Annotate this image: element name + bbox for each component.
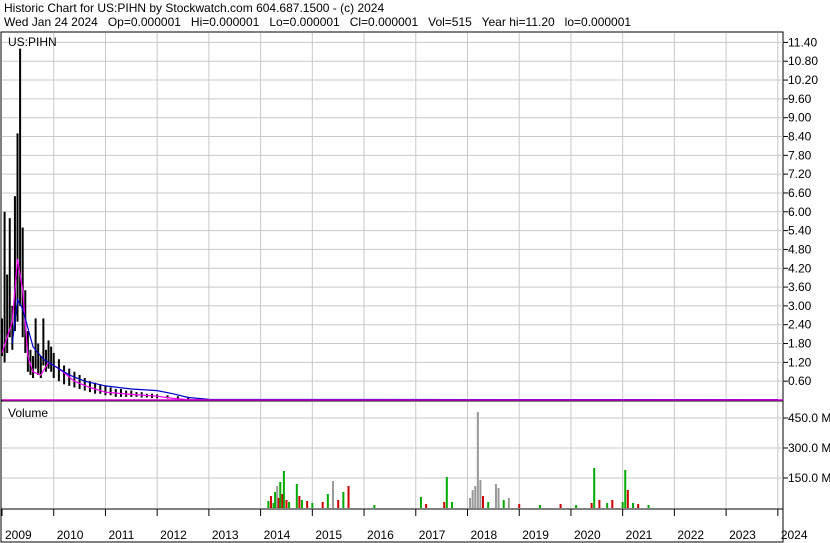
volume-bar xyxy=(502,500,505,508)
y-tick-label: 6.00 xyxy=(788,205,812,219)
symbol-label: US:PIHN xyxy=(8,35,57,49)
volume-pane xyxy=(0,400,784,510)
y-tick-label: 2.40 xyxy=(788,318,812,332)
y-tick-label: 5.40 xyxy=(788,224,812,238)
x-tick-label: 2023 xyxy=(729,528,756,542)
volume-bar xyxy=(306,501,309,508)
x-tick-label: 2016 xyxy=(367,528,394,542)
volume-bar xyxy=(538,505,541,508)
volume-bar xyxy=(373,505,376,508)
volume-bar xyxy=(482,496,485,508)
x-tick-label: 2024 xyxy=(781,528,808,542)
volume-bar xyxy=(300,500,303,508)
volume-bar xyxy=(507,498,510,508)
y-tick-label: 7.80 xyxy=(788,148,812,162)
volume-bar xyxy=(419,497,422,508)
volume-bar xyxy=(269,496,272,508)
x-tick-label: 2011 xyxy=(108,528,134,542)
volume-bar xyxy=(321,502,324,508)
y-tick-label: 4.80 xyxy=(788,242,812,256)
volume-bar xyxy=(637,504,640,508)
volume-bar xyxy=(518,504,521,508)
volume-bar xyxy=(632,503,635,508)
volume-bar xyxy=(332,481,335,508)
volume-bar xyxy=(494,484,497,508)
x-tick-label: 2013 xyxy=(212,528,239,542)
volume-bar xyxy=(479,480,482,508)
volume-bar xyxy=(598,500,601,508)
volume-bar xyxy=(487,502,490,508)
volume-axis: 450.0 M 300.0 M 150.0 M xyxy=(783,411,830,485)
volume-tick-label: 450.0 M xyxy=(788,411,830,425)
y-tick-label: 11.40 xyxy=(788,35,817,49)
volume-bar xyxy=(647,505,650,508)
volume-bar xyxy=(445,477,448,508)
y-tick-label: 7.20 xyxy=(788,167,812,181)
volume-bar xyxy=(626,490,629,508)
y-tick-label: 10.20 xyxy=(788,73,818,87)
x-tick-label: 2010 xyxy=(57,528,84,542)
volume-bar xyxy=(347,486,350,508)
volume-bar xyxy=(606,503,609,508)
volume-tick-label: 150.0 M xyxy=(788,471,830,485)
volume-bar xyxy=(282,471,285,508)
y-tick-label: 1.80 xyxy=(788,337,812,351)
volume-bar xyxy=(298,496,301,508)
volume-bar xyxy=(288,502,291,508)
x-tick-label: 2019 xyxy=(522,528,549,542)
y-tick-label: 9.60 xyxy=(788,92,812,106)
x-tick-label: 2009 xyxy=(5,528,32,542)
volume-bar xyxy=(621,502,624,508)
volume-bar xyxy=(285,500,288,508)
price-axis: 11.40 10.80 10.20 9.60 9.00 8.40 7.80 7.20 6.60 6… xyxy=(783,35,818,388)
y-tick-label: 6.60 xyxy=(788,186,812,200)
x-tick-label: 2022 xyxy=(677,528,704,542)
volume-bar xyxy=(267,501,270,508)
volume-bar xyxy=(469,498,472,508)
x-tick-label: 2020 xyxy=(574,528,601,542)
volume-bar xyxy=(425,504,428,508)
volume-bar xyxy=(590,503,593,508)
volume-bar xyxy=(326,494,329,508)
volume-bar xyxy=(295,484,298,508)
volume-bar xyxy=(611,500,614,508)
volume-bar xyxy=(337,500,340,508)
y-tick-label: 9.00 xyxy=(788,111,812,125)
y-tick-label: 3.60 xyxy=(788,280,812,294)
price-pane xyxy=(0,31,784,401)
y-tick-label: 0.60 xyxy=(788,374,812,388)
x-tick-label: 2017 xyxy=(419,528,446,542)
volume-bar xyxy=(450,502,453,508)
x-tick-label: 2012 xyxy=(160,528,187,542)
volume-bar xyxy=(624,470,627,508)
volume-tick-label: 300.0 M xyxy=(788,441,830,455)
volume-label: Volume xyxy=(8,406,48,420)
volume-bar xyxy=(279,482,282,508)
y-tick-label: 8.40 xyxy=(788,130,812,144)
volume-bar xyxy=(474,486,477,508)
x-tick-label: 2018 xyxy=(470,528,497,542)
volume-bar xyxy=(443,502,446,508)
y-tick-label: 1.20 xyxy=(788,355,812,369)
volume-bar xyxy=(497,488,500,508)
volume-bar xyxy=(274,492,277,508)
volume-bar xyxy=(311,503,314,508)
volume-bar xyxy=(575,505,578,508)
y-tick-label: 10.80 xyxy=(788,54,818,68)
volume-bar xyxy=(476,412,479,508)
x-tick-label: 2014 xyxy=(264,528,291,542)
volume-bar xyxy=(471,490,474,508)
volume-bar xyxy=(559,504,562,508)
stock-chart: 11.40 10.80 10.20 9.60 9.00 8.40 7.80 7.20 6.60 6… xyxy=(0,31,830,543)
x-tick-label: 2021 xyxy=(626,528,653,542)
y-tick-label: 4.20 xyxy=(788,261,812,275)
volume-bar xyxy=(342,492,345,508)
y-tick-label: 3.00 xyxy=(788,299,812,313)
x-tick-label: 2015 xyxy=(315,528,342,542)
volume-bar xyxy=(593,468,596,508)
